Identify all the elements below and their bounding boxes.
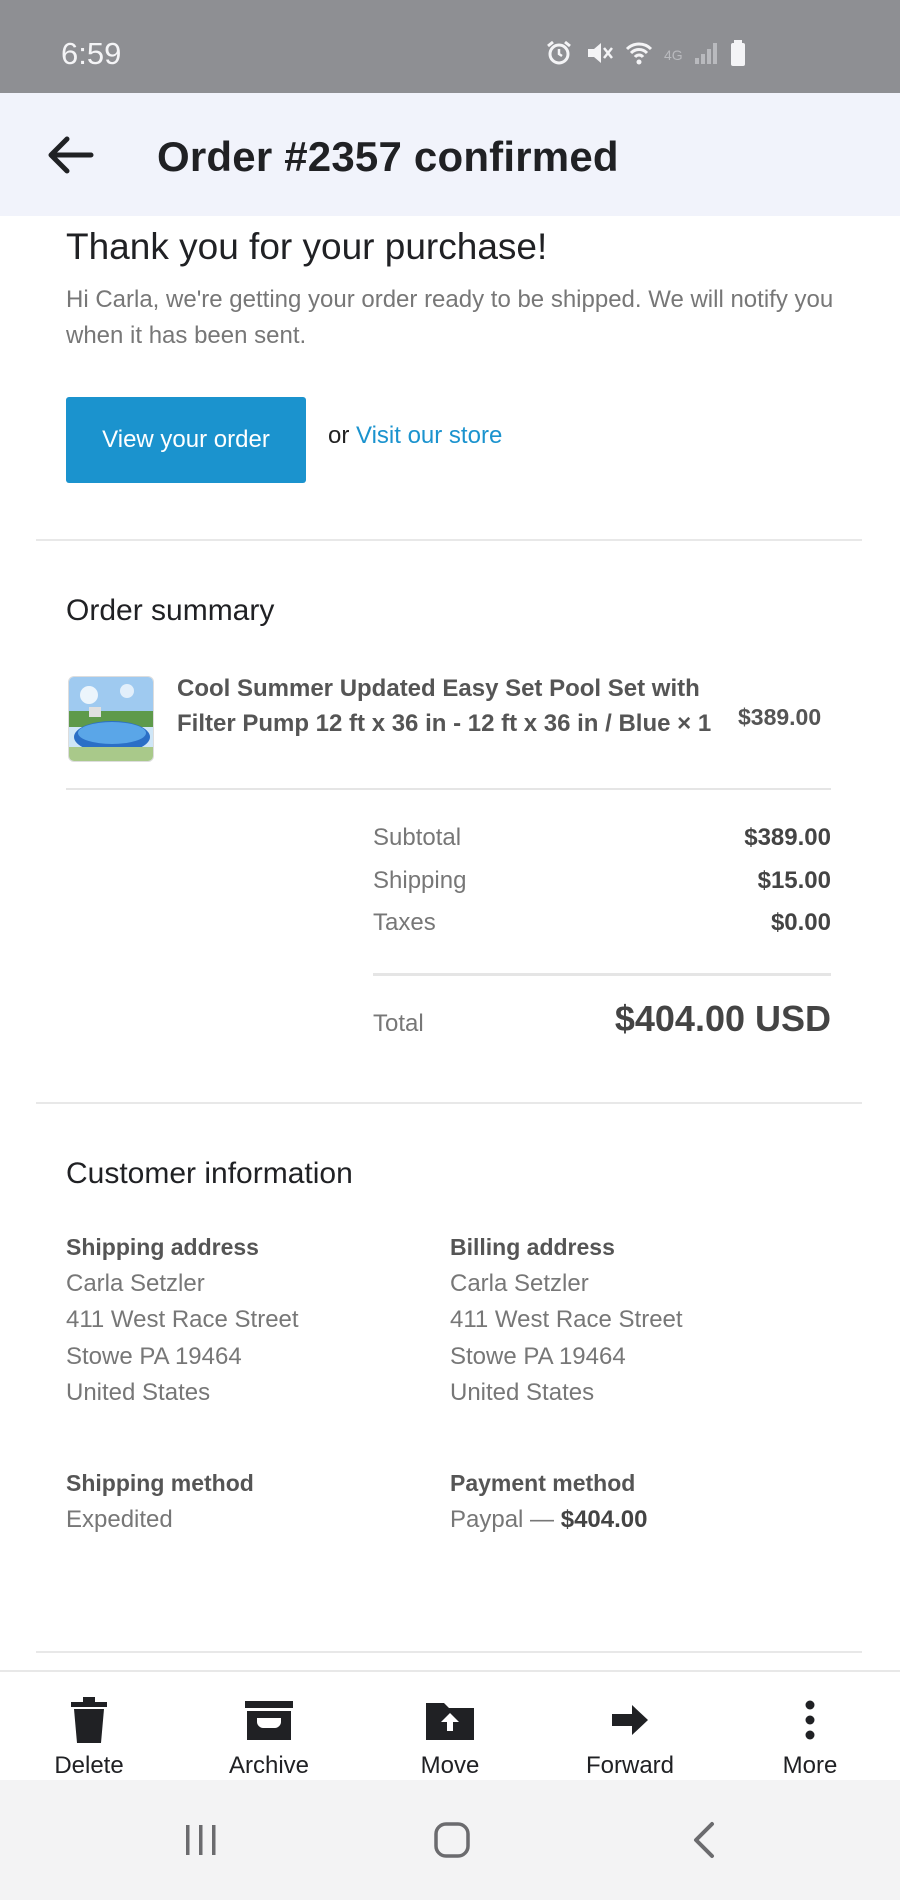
app-bar: Order #2357 confirmed — [0, 93, 900, 216]
divider — [373, 973, 831, 976]
email-body: Thank you for your purchase! Hi Carla, w… — [0, 216, 900, 1670]
address-line: Carla Setzler — [450, 1269, 589, 1297]
product-price: $389.00 — [738, 704, 822, 730]
address-line: 411 West Race Street — [450, 1306, 683, 1333]
shipping-method: Shipping method Expedited — [66, 1465, 254, 1538]
back-nav-button[interactable] — [670, 1810, 740, 1870]
more-vertical-icon — [785, 1696, 835, 1744]
view-order-button[interactable]: View your order — [66, 397, 306, 483]
trash-icon — [64, 1696, 114, 1744]
shipping-method-title: Shipping method — [66, 1470, 254, 1496]
address-line: Stowe PA 19464 — [450, 1342, 626, 1370]
billing-address: Billing address Carla Setzler 411 West R… — [450, 1229, 683, 1412]
archive-button[interactable]: Archive — [194, 1672, 344, 1782]
customer-info-title: Customer information — [66, 1157, 353, 1190]
product-thumbnail — [68, 676, 154, 762]
shipping-label: Shipping — [373, 867, 467, 894]
mute-icon — [584, 38, 614, 73]
product-name: Cool Summer Updated Easy Set Pool Set wi… — [177, 675, 712, 737]
signal-icon — [693, 40, 719, 71]
archive-icon — [244, 1696, 294, 1744]
back-button[interactable] — [40, 125, 100, 185]
shipping-method-value: Expedited — [66, 1505, 173, 1533]
forward-label: Forward — [585, 1752, 675, 1779]
archive-label: Archive — [228, 1752, 310, 1779]
arrow-left-icon — [48, 136, 94, 174]
move-button[interactable]: Move — [375, 1672, 525, 1782]
address-line: 411 West Race Street — [66, 1306, 299, 1333]
order-summary-title: Order summary — [66, 594, 275, 627]
divider — [36, 1651, 862, 1653]
payment-method: Payment method Paypal — $404.00 — [450, 1465, 648, 1538]
payment-method-title: Payment method — [450, 1470, 636, 1496]
move-label: Move — [420, 1752, 480, 1779]
total-value: $404.00 USD — [614, 998, 831, 1039]
shipping-value: $15.00 — [757, 867, 831, 894]
intro-text: Hi Carla, we're getting your order ready… — [66, 286, 834, 349]
status-time: 6:59 — [61, 36, 122, 71]
divider — [36, 1102, 862, 1104]
folder-move-icon — [425, 1696, 475, 1744]
payment-method-value: Paypal — — [450, 1505, 555, 1533]
more-button[interactable]: More — [735, 1672, 885, 1782]
recent-apps-button[interactable] — [166, 1810, 236, 1870]
action-bar: Delete Archive Move Forward More — [0, 1670, 900, 1780]
delete-button[interactable]: Delete — [14, 1672, 164, 1782]
chevron-left-icon — [694, 1822, 714, 1858]
alarm-icon — [544, 38, 574, 73]
total-label: Total — [373, 1010, 424, 1037]
home-icon — [434, 1822, 470, 1858]
system-nav-bar — [0, 1780, 900, 1900]
billing-address-title: Billing address — [450, 1234, 615, 1260]
subtotal-label: Subtotal — [373, 824, 462, 851]
forward-arrow-icon — [605, 1696, 655, 1744]
subtotal-value: $389.00 — [744, 824, 831, 851]
taxes-row: Taxes $0.00 — [373, 909, 831, 937]
subtotal-row: Subtotal $389.00 — [373, 824, 831, 852]
shipping-address: Shipping address Carla Setzler 411 West … — [66, 1229, 299, 1412]
page-title: Order #2357 confirmed — [157, 133, 619, 180]
address-line: United States — [450, 1379, 595, 1406]
recent-apps-icon — [186, 1825, 216, 1855]
address-line: Stowe PA 19464 — [66, 1342, 242, 1370]
wifi-icon — [624, 38, 654, 73]
status-bar: 6:59 4G — [0, 0, 900, 93]
divider — [66, 788, 831, 790]
more-label: More — [782, 1752, 838, 1779]
shipping-row: Shipping $15.00 — [373, 867, 831, 895]
payment-method-line: Paypal — $404.00 — [450, 1502, 648, 1539]
home-button[interactable] — [417, 1810, 487, 1870]
divider — [36, 539, 862, 541]
battery-icon — [729, 39, 747, 72]
forward-button[interactable]: Forward — [555, 1672, 705, 1782]
or-text: or — [328, 422, 350, 449]
shipping-address-title: Shipping address — [66, 1234, 259, 1260]
network-type: 4G — [664, 47, 683, 63]
address-line: United States — [66, 1379, 211, 1406]
thank-you-heading: Thank you for your purchase! — [66, 226, 548, 267]
status-icons: 4G — [544, 38, 747, 72]
delete-label: Delete — [54, 1752, 124, 1779]
taxes-value: $0.00 — [770, 909, 831, 936]
visit-store-link[interactable]: Visit our store — [356, 422, 502, 450]
payment-amount: $404.00 — [560, 1505, 648, 1533]
address-line: Carla Setzler — [66, 1269, 205, 1297]
taxes-label: Taxes — [373, 909, 436, 936]
